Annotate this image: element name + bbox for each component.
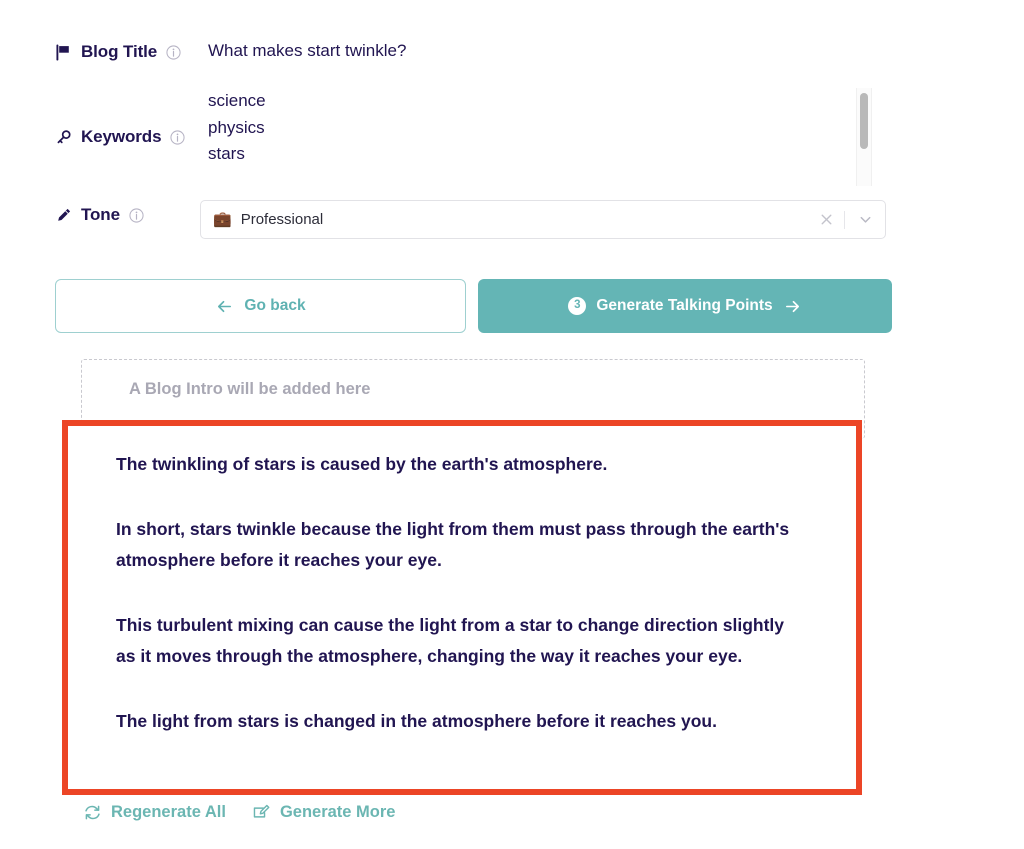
info-icon[interactable] bbox=[166, 44, 181, 60]
keywords-row: Keywords science physics stars bbox=[46, 88, 886, 186]
regenerate-all-label: Regenerate All bbox=[111, 803, 226, 821]
list-item[interactable]: stars bbox=[208, 141, 872, 168]
briefcase-icon: 💼 bbox=[213, 211, 232, 228]
blog-title-value[interactable]: What makes start twinkle? bbox=[196, 40, 406, 63]
tone-select[interactable]: 💼 Professional bbox=[200, 200, 886, 239]
arrow-right-icon bbox=[783, 297, 802, 316]
tone-label: Tone bbox=[81, 205, 120, 224]
step-badge: 3 bbox=[568, 297, 587, 315]
pen-icon bbox=[55, 207, 72, 224]
select-separator bbox=[844, 210, 845, 229]
generate-more-button[interactable]: Generate More bbox=[252, 803, 396, 822]
go-back-button[interactable]: Go back bbox=[55, 279, 466, 333]
arrow-left-icon bbox=[215, 297, 234, 316]
go-back-label: Go back bbox=[244, 297, 306, 314]
keywords-list[interactable]: science physics stars bbox=[196, 88, 872, 186]
talking-points-list: The twinkling of stars is caused by the … bbox=[116, 449, 806, 737]
keywords-scrollbar-thumb[interactable] bbox=[860, 93, 868, 149]
list-item[interactable]: The twinkling of stars is caused by the … bbox=[116, 449, 806, 480]
generate-talking-points-button[interactable]: 3 Generate Talking Points bbox=[478, 279, 892, 333]
generate-talking-points-label: Generate Talking Points bbox=[596, 297, 773, 314]
keywords-scrollbar[interactable] bbox=[856, 88, 872, 186]
list-item[interactable]: This turbulent mixing can cause the ligh… bbox=[116, 610, 806, 672]
talking-points-highlight-box: The twinkling of stars is caused by the … bbox=[62, 420, 862, 795]
key-icon bbox=[55, 129, 72, 146]
blog-title-label: Blog Title bbox=[81, 42, 158, 61]
footer-actions: Regenerate All Generate More bbox=[83, 803, 395, 822]
list-item[interactable]: physics bbox=[208, 115, 872, 142]
info-icon[interactable] bbox=[170, 129, 186, 145]
close-icon[interactable] bbox=[814, 208, 838, 232]
refresh-icon bbox=[83, 803, 102, 822]
generate-more-label: Generate More bbox=[279, 803, 396, 821]
keywords-label: Keywords bbox=[81, 127, 162, 146]
blog-intro-placeholder-text: A Blog Intro will be added here bbox=[129, 380, 371, 398]
keywords-label-group: Keywords bbox=[46, 127, 196, 147]
tone-select-value: Professional bbox=[240, 211, 324, 228]
chevron-down-icon[interactable] bbox=[851, 208, 879, 232]
list-item[interactable]: The light from stars is changed in the a… bbox=[116, 706, 806, 737]
tone-label-group: Tone bbox=[46, 205, 196, 225]
blog-title-row: Blog Title What makes start twinkle? bbox=[46, 40, 886, 63]
edit-square-icon bbox=[252, 803, 271, 822]
list-item[interactable]: In short, stars twinkle because the ligh… bbox=[116, 514, 806, 576]
flag-icon bbox=[55, 43, 72, 61]
page-root: Blog Title What makes start twinkle? Key… bbox=[0, 0, 1024, 849]
blog-title-label-group: Blog Title bbox=[46, 42, 196, 62]
info-icon[interactable] bbox=[129, 207, 144, 223]
list-item[interactable]: science bbox=[208, 88, 872, 115]
regenerate-all-button[interactable]: Regenerate All bbox=[83, 803, 226, 822]
